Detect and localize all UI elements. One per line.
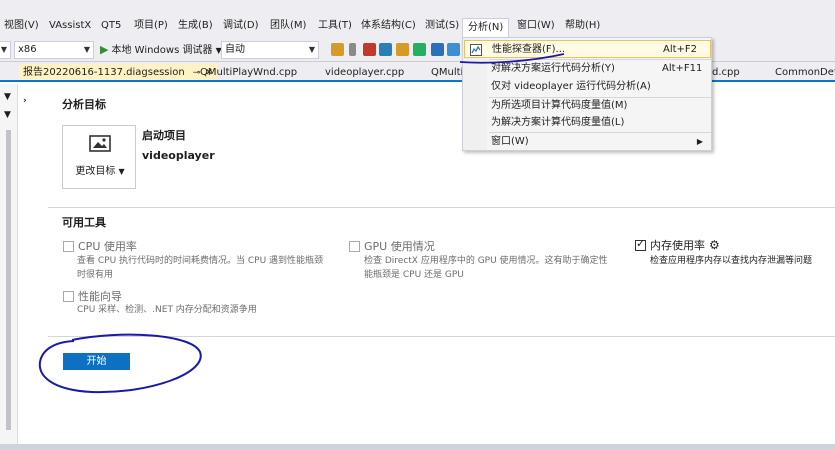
checkbox-icon bbox=[63, 240, 74, 252]
performance-profiler-icon bbox=[470, 44, 482, 56]
chevron-down-icon: ▼ bbox=[118, 167, 125, 176]
tool-icon-7[interactable] bbox=[431, 43, 444, 56]
chevron-right-icon[interactable]: › bbox=[23, 96, 27, 106]
performance-wizard-description: CPU 采样、检测、.NET 内存分配和资源争用 bbox=[77, 305, 257, 315]
performance-wizard-checkbox[interactable]: 性能向导 bbox=[63, 288, 122, 304]
menu-build[interactable]: 生成(B) bbox=[178, 16, 213, 36]
config-value: 自动 bbox=[225, 44, 245, 55]
menu-tools[interactable]: 工具(T) bbox=[318, 16, 352, 36]
menu-item-code-metrics-selected[interactable]: 为所选项目计算代码度量值(M) bbox=[464, 97, 711, 115]
menu-window[interactable]: 窗口(W) bbox=[517, 16, 555, 36]
debugger-label: 本地 Windows 调试器 bbox=[111, 45, 213, 56]
gear-icon[interactable]: ⚙ bbox=[709, 238, 720, 252]
menu-test[interactable]: 测试(S) bbox=[425, 16, 459, 36]
startup-project-label: 启动项目 bbox=[142, 129, 186, 142]
platform-value: x86 bbox=[18, 44, 37, 55]
annotation-circle bbox=[38, 333, 202, 394]
cpu-usage-checkbox[interactable]: CPU 使用率 bbox=[63, 238, 137, 254]
vertical-scrollbar[interactable] bbox=[6, 130, 11, 430]
menu-item-label: 对解决方案运行代码分析(Y) bbox=[491, 63, 615, 74]
submenu-arrow-icon: ▶ bbox=[696, 137, 703, 146]
tab-label: 报告20220616-1137.diagsession bbox=[23, 67, 185, 78]
attach-combo[interactable]: 自动 ▼ bbox=[221, 41, 319, 59]
memory-usage-checkbox[interactable]: 内存使用率 ⚙ bbox=[635, 237, 720, 253]
menu-qt5[interactable]: QT5 bbox=[101, 16, 121, 36]
menu-item-code-metrics-solution[interactable]: 为解决方案计算代码度量值(L) bbox=[464, 114, 711, 132]
menu-item-shortcut: Alt+F11 bbox=[662, 63, 703, 74]
divider bbox=[48, 207, 835, 208]
menu-project[interactable]: 项目(P) bbox=[134, 16, 168, 36]
diagnostic-session-panel: › 分析目标 更改目标 ▼ 启动项目 videoplayer 可用工具 CPU … bbox=[18, 84, 835, 444]
analysis-target-title: 分析目标 bbox=[62, 98, 106, 111]
left-panel: ▼ ▼ bbox=[0, 84, 18, 450]
tab-dcpp[interactable]: d.cpp bbox=[712, 64, 740, 81]
tool-icon-4[interactable] bbox=[379, 43, 392, 56]
gpu-usage-description: 检查 DirectX 应用程序中的 GPU 使用情况。这有助于确定性 能瓶颈是 C… bbox=[364, 256, 608, 280]
menu-item-label: 窗口(W) bbox=[491, 136, 529, 147]
menu-vassistx[interactable]: VAssistX bbox=[49, 16, 91, 36]
divider bbox=[48, 336, 835, 337]
checkbox-icon bbox=[349, 240, 360, 252]
menu-item-performance-profiler[interactable]: 性能探查器(F)... Alt+F2 bbox=[464, 40, 711, 58]
cpu-usage-label: CPU 使用率 bbox=[78, 240, 137, 253]
start-debugger-button[interactable]: ▶ 本地 Windows 调试器 ▼ bbox=[100, 42, 222, 58]
chevron-down-icon[interactable]: ▼ bbox=[4, 92, 11, 102]
chevron-down-icon: ▼ bbox=[308, 45, 315, 54]
startup-project-name: videoplayer bbox=[142, 149, 215, 162]
checkbox-icon bbox=[63, 290, 74, 302]
menu-item-label: 仅对 videoplayer 运行代码分析(A) bbox=[491, 81, 651, 92]
tool-icon-2[interactable] bbox=[349, 43, 356, 56]
menu-view[interactable]: 视图(V) bbox=[4, 16, 39, 36]
chevron-down-icon[interactable]: ▼ bbox=[4, 110, 11, 120]
start-button[interactable]: 开始 bbox=[63, 353, 130, 370]
platform-combo[interactable]: x86 ▼ bbox=[14, 41, 94, 59]
tab-commondefine[interactable]: CommonDefi bbox=[775, 64, 835, 81]
tool-icon-6[interactable] bbox=[413, 43, 426, 56]
checkbox-checked-icon bbox=[635, 237, 646, 251]
gpu-usage-checkbox[interactable]: GPU 使用情况 bbox=[349, 238, 435, 254]
menu-architecture[interactable]: 体系结构(C) bbox=[361, 16, 416, 36]
tab-videoplayer[interactable]: videoplayer.cpp bbox=[325, 64, 404, 81]
chevron-down-icon: ▼ bbox=[83, 45, 90, 54]
menu-item-run-code-analysis-project[interactable]: 仅对 videoplayer 运行代码分析(A) bbox=[464, 78, 711, 96]
analyze-menu-dropdown: 性能探查器(F)... Alt+F2 对解决方案运行代码分析(Y) Alt+F1… bbox=[462, 37, 712, 151]
menu-item-shortcut: Alt+F2 bbox=[663, 44, 698, 55]
tab-qmultiplaywnd[interactable]: QMultiPlayWnd.cpp bbox=[200, 64, 297, 81]
menu-item-windows[interactable]: 窗口(W) ▶ bbox=[464, 133, 711, 151]
change-target-label: 更改目标 ▼ bbox=[75, 166, 125, 177]
menu-analyze[interactable]: 分析(N) bbox=[462, 18, 510, 38]
status-bar bbox=[0, 444, 835, 450]
gpu-usage-label: GPU 使用情况 bbox=[364, 240, 435, 253]
tool-icon-1[interactable] bbox=[331, 43, 344, 56]
tool-icon-3[interactable] bbox=[363, 43, 376, 56]
play-icon: ▶ bbox=[100, 43, 109, 56]
target-image-icon bbox=[89, 135, 111, 152]
tool-icon-5[interactable] bbox=[396, 43, 409, 56]
memory-usage-label: 内存使用率 bbox=[650, 239, 705, 252]
menu-help[interactable]: 帮助(H) bbox=[565, 16, 600, 36]
config-combo-left[interactable]: ▼ bbox=[0, 41, 11, 59]
tab-qmulti[interactable]: QMulti bbox=[431, 64, 462, 81]
memory-usage-description: 检查应用程序内存以查找内存泄漏等问题 bbox=[650, 256, 813, 266]
cpu-usage-description: 查看 CPU 执行代码时的时间耗费情况。当 CPU 遇到性能瓶颈 时很有用 bbox=[77, 256, 324, 280]
available-tools-title: 可用工具 bbox=[62, 216, 106, 229]
tab-diagsession[interactable]: 报告20220616-1137.diagsession ⊸ ✕ bbox=[19, 64, 217, 82]
change-target-button[interactable]: 更改目标 ▼ bbox=[62, 125, 136, 189]
menu-item-label: 为所选项目计算代码度量值(M) bbox=[491, 100, 628, 111]
tool-icon-8[interactable] bbox=[447, 43, 460, 56]
menu-item-label: 性能探查器(F)... bbox=[492, 44, 566, 55]
performance-wizard-label: 性能向导 bbox=[78, 290, 122, 303]
menu-team[interactable]: 团队(M) bbox=[270, 16, 306, 36]
menu-item-run-code-analysis-solution[interactable]: 对解决方案运行代码分析(Y) Alt+F11 bbox=[464, 60, 711, 78]
menu-bar: 视图(V) VAssistX QT5 项目(P) 生成(B) 调试(D) 团队(… bbox=[0, 0, 835, 38]
menu-debug[interactable]: 调试(D) bbox=[223, 16, 259, 36]
menu-item-label: 为解决方案计算代码度量值(L) bbox=[491, 117, 625, 128]
